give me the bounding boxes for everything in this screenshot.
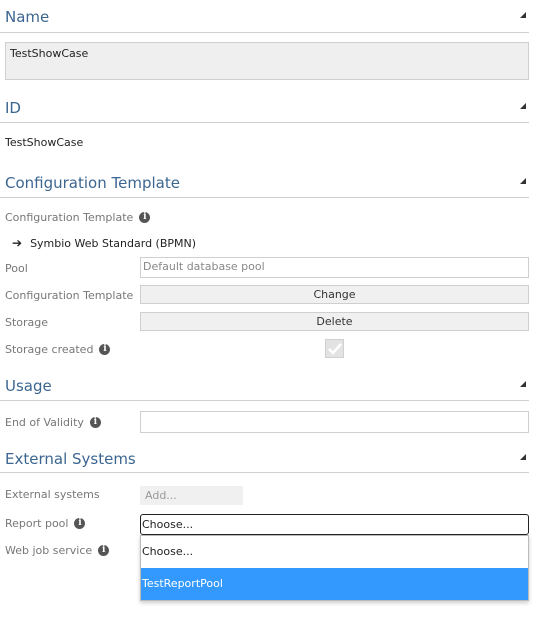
divider bbox=[0, 400, 529, 401]
section-title-usage: Usage bbox=[5, 377, 52, 395]
checkmark-icon bbox=[327, 342, 342, 355]
dropdown-option-selected[interactable]: TestReportPool bbox=[141, 568, 528, 600]
divider bbox=[0, 122, 529, 123]
section-title-config: Configuration Template bbox=[5, 174, 180, 192]
pool-label: Pool bbox=[5, 262, 28, 275]
change-button[interactable]: Change bbox=[140, 285, 529, 304]
section-title-external: External Systems bbox=[5, 450, 136, 468]
report-pool-label: Report pool i bbox=[5, 517, 86, 530]
info-icon[interactable]: i bbox=[74, 518, 86, 529]
storage-created-checkbox bbox=[325, 339, 344, 358]
divider bbox=[0, 32, 529, 33]
info-icon[interactable]: i bbox=[139, 212, 151, 223]
collapse-icon[interactable] bbox=[520, 454, 526, 460]
dropdown-option[interactable]: Choose... bbox=[141, 536, 528, 568]
arrow-right-icon: ➔ bbox=[12, 236, 23, 250]
collapse-icon[interactable] bbox=[520, 103, 526, 109]
report-pool-dropdown: Choose... TestReportPool bbox=[140, 535, 529, 601]
collapse-icon[interactable] bbox=[520, 381, 526, 387]
divider bbox=[0, 197, 529, 198]
config-template-label: Configuration Template i bbox=[5, 211, 151, 224]
name-input[interactable]: TestShowCase bbox=[5, 42, 529, 80]
id-value: TestShowCase bbox=[5, 136, 84, 149]
info-icon[interactable]: i bbox=[99, 344, 111, 355]
template-link[interactable]: ➔ Symbio Web Standard (BPMN) bbox=[12, 236, 196, 250]
add-external-system-button[interactable]: Add... bbox=[140, 486, 243, 505]
storage-label: Storage bbox=[5, 316, 49, 329]
config-template-row-label: Configuration Template bbox=[5, 289, 134, 302]
section-title-name: Name bbox=[5, 8, 50, 26]
info-icon[interactable]: i bbox=[89, 417, 101, 428]
pool-field: Default database pool bbox=[140, 257, 529, 278]
section-title-id: ID bbox=[5, 99, 21, 117]
storage-created-label: Storage created i bbox=[5, 343, 111, 356]
collapse-icon[interactable] bbox=[520, 12, 526, 18]
divider bbox=[0, 472, 529, 473]
info-icon[interactable]: i bbox=[98, 545, 110, 556]
end-of-validity-label: End of Validity i bbox=[5, 416, 101, 429]
report-pool-select[interactable]: Choose... bbox=[140, 514, 529, 535]
end-of-validity-input[interactable] bbox=[140, 411, 529, 433]
delete-button[interactable]: Delete bbox=[140, 312, 529, 331]
collapse-icon[interactable] bbox=[520, 178, 526, 184]
web-job-service-label: Web job service i bbox=[5, 544, 110, 557]
external-systems-label: External systems bbox=[5, 488, 100, 501]
